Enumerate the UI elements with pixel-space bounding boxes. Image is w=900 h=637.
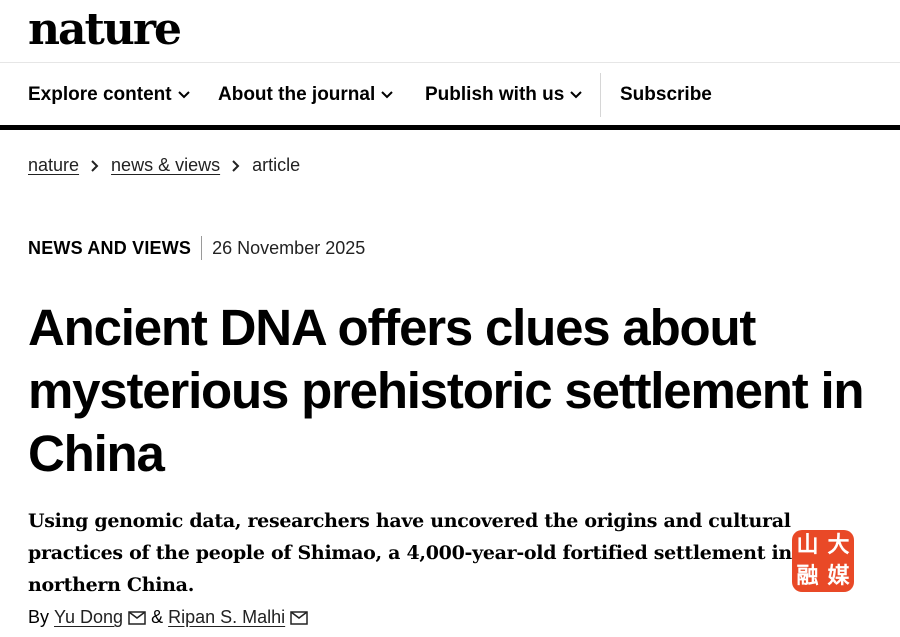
watermark-char: 山 xyxy=(796,533,819,558)
author-joiner: & xyxy=(151,607,164,627)
article-title: Ancient DNA offers clues about mysteriou… xyxy=(28,299,865,482)
header-rule xyxy=(0,125,900,130)
nav-divider xyxy=(600,73,601,117)
article-standfirst: Using genomic data, researchers have unc… xyxy=(28,510,792,596)
nav-explore-content[interactable]: Explore content xyxy=(28,84,190,106)
author-link[interactable]: Yu Dong xyxy=(54,607,123,628)
nav-item-label: Publish with us xyxy=(425,84,565,105)
breadcrumb-article: article xyxy=(252,155,301,175)
watermark-char: 融 xyxy=(796,564,819,589)
mail-icon[interactable] xyxy=(290,610,308,625)
nature-logo[interactable]: nature xyxy=(28,4,182,56)
author-link[interactable]: Ripan S. Malhi xyxy=(168,607,285,628)
mail-icon[interactable] xyxy=(128,610,146,625)
by-label: By xyxy=(28,607,50,627)
chevron-down-icon xyxy=(570,91,583,99)
nav-publish-with-us[interactable]: Publish with us xyxy=(425,84,583,106)
chevron-down-icon xyxy=(381,91,393,99)
breadcrumb: nature news & views article xyxy=(28,155,300,176)
chevron-down-icon xyxy=(177,91,190,99)
nav-item-label: About the journal xyxy=(218,84,376,105)
watermark-logo: 山 大 融 媒 xyxy=(792,530,854,592)
meta-divider xyxy=(201,236,203,260)
nav-about-journal[interactable]: About the journal xyxy=(218,84,393,106)
main-nav: Explore content About the journal Publis… xyxy=(0,62,900,125)
watermark-char: 媒 xyxy=(827,564,850,589)
author-list: By Yu Dong & Ripan S. Malhi xyxy=(28,607,308,628)
watermark-char: 大 xyxy=(827,533,850,558)
article-type: NEWS AND VIEWS xyxy=(28,237,192,258)
breadcrumb-news-views[interactable]: news & views xyxy=(111,155,220,176)
breadcrumb-nature[interactable]: nature xyxy=(28,155,79,176)
article-meta: NEWS AND VIEWS 26 November 2025 xyxy=(28,236,365,260)
publication-date: 26 November 2025 xyxy=(212,237,366,258)
chevron-right-icon xyxy=(232,159,240,172)
subscribe-link[interactable]: Subscribe xyxy=(620,84,712,106)
nav-item-label: Explore content xyxy=(28,84,172,105)
chevron-right-icon xyxy=(91,159,99,172)
